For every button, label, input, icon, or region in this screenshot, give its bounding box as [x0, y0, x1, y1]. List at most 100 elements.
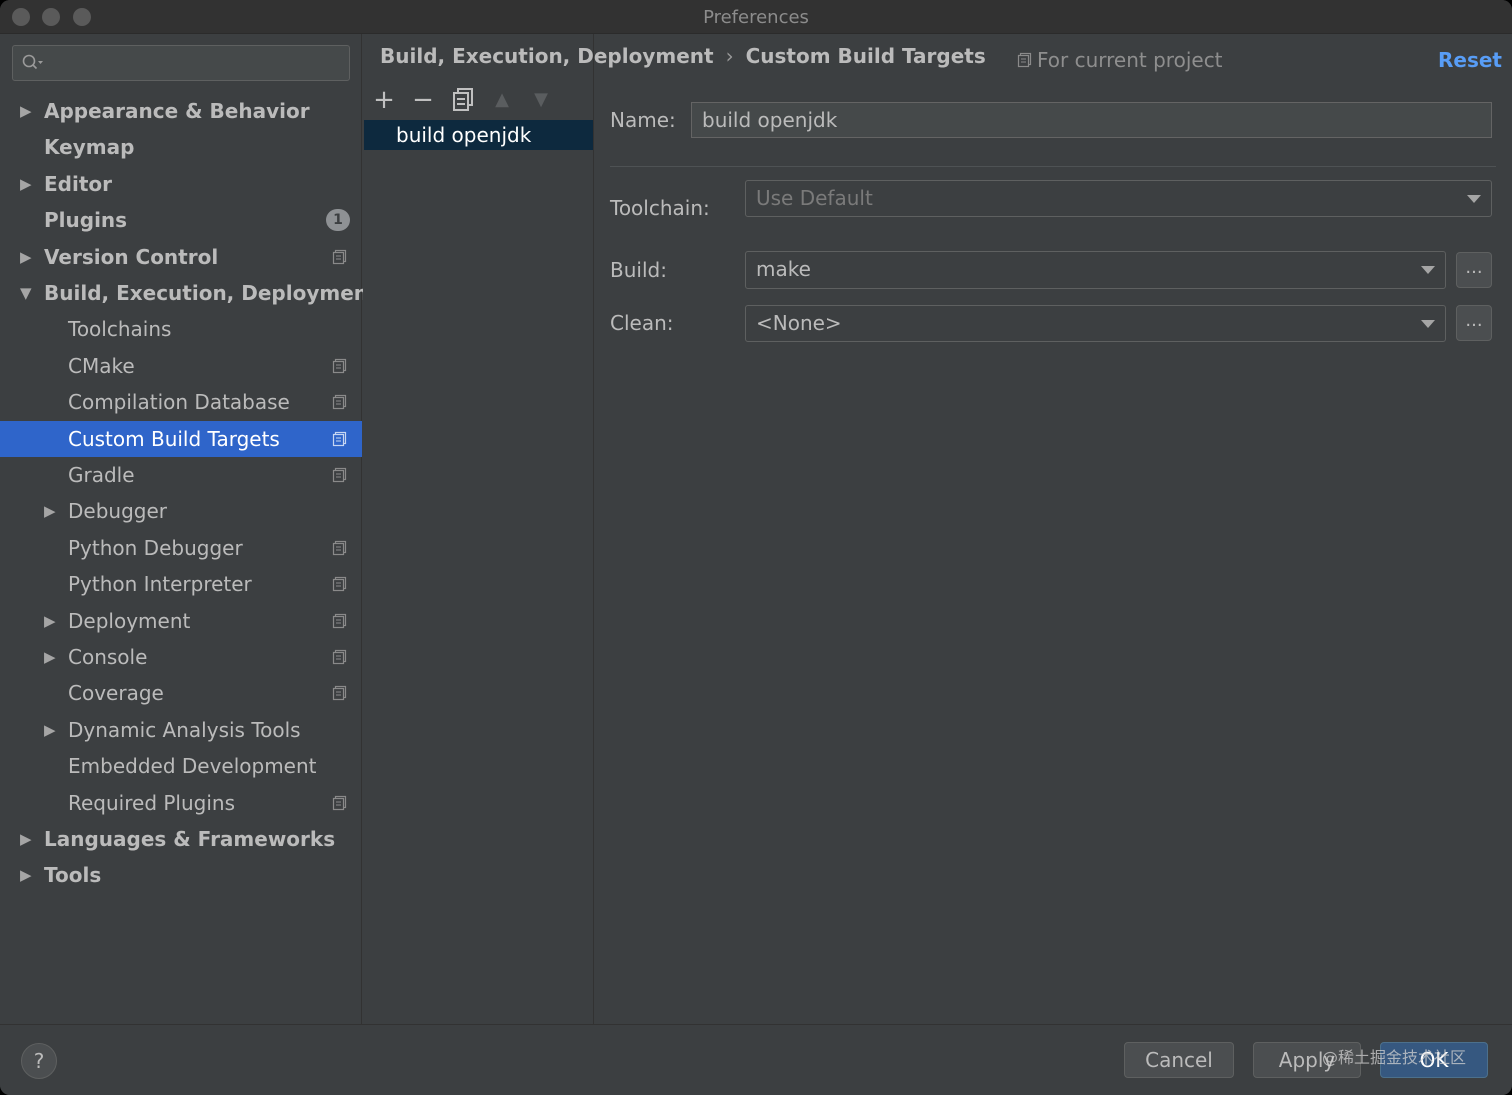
breadcrumb-current: Custom Build Targets [745, 44, 986, 68]
sidebar-item-label: Version Control [44, 245, 219, 269]
sidebar-item-debugger[interactable]: ▶ Debugger [0, 493, 362, 529]
chevron-down-icon [1421, 320, 1435, 328]
sidebar-item-label: Console [68, 645, 148, 669]
move-down-button[interactable]: ▼ [527, 86, 555, 114]
sidebar-item-label: Appearance & Behavior [44, 99, 310, 123]
sidebar-item-label: Deployment [68, 609, 191, 633]
form-divider [610, 166, 1496, 167]
sidebar-item-tools[interactable]: ▶ Tools [0, 857, 362, 893]
breadcrumb: Build, Execution, Deployment › Custom Buil… [380, 44, 986, 68]
search-input[interactable] [12, 45, 350, 81]
project-scope-icon [332, 540, 347, 556]
sidebar-item-editor[interactable]: ▶ Editor [0, 166, 362, 202]
sidebar-item-languages-frameworks[interactable]: ▶ Languages & Frameworks [0, 821, 362, 857]
clean-select[interactable]: <None> [745, 305, 1446, 342]
cancel-button[interactable]: Cancel [1124, 1042, 1234, 1078]
sidebar-item-label: Python Interpreter [68, 572, 252, 596]
sidebar-item-deployment[interactable]: ▶ Deployment [0, 603, 362, 639]
sidebar-item-label: Python Debugger [68, 536, 243, 560]
build-browse-button[interactable]: ... [1456, 252, 1492, 288]
project-scope-icon [332, 249, 347, 265]
sidebar-item-version-control[interactable]: ▶ Version Control [0, 239, 362, 275]
target-list-item[interactable]: build openjdk [364, 120, 593, 150]
sidebar-item-embedded-development[interactable]: Embedded Development [0, 748, 362, 784]
sidebar-item-label: Debugger [68, 499, 167, 523]
sidebar-item-label: Compilation Database [68, 390, 290, 414]
sidebar-item-build-execution-deployment[interactable]: ▼ Build, Execution, Deployment [0, 275, 378, 311]
name-label: Name: [610, 108, 676, 132]
sidebar-item-label: Editor [44, 172, 112, 196]
project-scope-icon [332, 431, 347, 447]
project-scope-icon [332, 649, 347, 665]
sidebar-item-label: Toolchains [68, 317, 172, 341]
sidebar-item-compilation-database[interactable]: Compilation Database [0, 384, 362, 420]
move-up-button[interactable]: ▲ [488, 86, 516, 114]
sidebar-item-label: Required Plugins [68, 791, 236, 815]
chevron-right-icon: ▶ [44, 648, 56, 666]
project-scope-icon [332, 467, 347, 483]
sidebar-item-label: Keymap [44, 135, 135, 159]
sidebar-item-label: Custom Build Targets [68, 427, 280, 451]
watermark-text: @稀土掘金技术社区 [1322, 1048, 1467, 1067]
copy-target-button[interactable] [449, 86, 477, 114]
copy-icon [453, 88, 473, 111]
sidebar-item-gradle[interactable]: Gradle [0, 457, 362, 493]
targets-list-panel [363, 34, 594, 1024]
breadcrumb-separator: › [725, 44, 734, 68]
sidebar-item-python-interpreter[interactable]: Python Interpreter [0, 566, 362, 602]
toolchain-select[interactable]: Use Default [745, 180, 1492, 217]
sidebar-item-custom-build-targets[interactable]: Custom Build Targets [0, 421, 362, 457]
chevron-down-icon [1467, 195, 1481, 203]
sidebar-item-toolchains[interactable]: Toolchains [0, 311, 362, 347]
name-field[interactable]: build openjdk [691, 102, 1492, 138]
sidebar-item-required-plugins[interactable]: Required Plugins [0, 785, 362, 821]
toolchain-value: Use Default [756, 186, 873, 210]
chevron-right-icon: ▶ [20, 866, 32, 884]
plugins-update-badge: 1 [326, 209, 350, 231]
build-value: make [756, 257, 811, 281]
project-scope-icon [332, 394, 347, 410]
scope-indicator: For current project [1017, 48, 1223, 72]
build-select[interactable]: make [745, 251, 1446, 289]
sidebar-item-label: Build, Execution, Deployment [44, 281, 378, 305]
chevron-down-icon [1421, 266, 1435, 274]
chevron-right-icon: ▶ [20, 175, 32, 193]
chevron-right-icon: ▶ [44, 721, 56, 739]
help-button[interactable]: ? [21, 1043, 57, 1079]
remove-target-button[interactable]: − [409, 86, 437, 114]
project-scope-icon [332, 613, 347, 629]
project-scope-icon [1017, 52, 1032, 68]
toolchain-label: Toolchain: [610, 196, 710, 220]
sidebar-item-label: Coverage [68, 681, 164, 705]
project-scope-icon [332, 685, 347, 701]
sidebar-item-label: Plugins [44, 208, 128, 232]
sidebar-item-dynamic-analysis-tools[interactable]: ▶ Dynamic Analysis Tools [0, 712, 362, 748]
sidebar-item-label: Embedded Development [68, 754, 317, 778]
sidebar-item-label: CMake [68, 354, 135, 378]
scope-label: For current project [1037, 48, 1223, 72]
window-title: Preferences [703, 7, 809, 28]
project-scope-icon [332, 795, 347, 811]
build-label: Build: [610, 258, 667, 282]
sidebar-item-console[interactable]: ▶ Console [0, 639, 362, 675]
reset-link[interactable]: Reset [1438, 48, 1502, 72]
chevron-right-icon: ▶ [44, 612, 56, 630]
chevron-right-icon: ▶ [20, 830, 32, 848]
preferences-window: Preferences ▶ Appearance & Behavior Keym… [0, 0, 1512, 1095]
chevron-right-icon: ▶ [44, 502, 56, 520]
chevron-right-icon: ▶ [20, 102, 32, 120]
clean-browse-button[interactable]: ... [1456, 305, 1492, 341]
project-scope-icon [332, 358, 347, 374]
sidebar-item-coverage[interactable]: Coverage [0, 675, 362, 711]
search-icon [22, 54, 43, 70]
sidebar-item-label: Dynamic Analysis Tools [68, 718, 301, 742]
project-scope-icon [332, 576, 347, 592]
sidebar-item-keymap[interactable]: Keymap [0, 129, 362, 165]
sidebar-item-python-debugger[interactable]: Python Debugger [0, 530, 362, 566]
add-target-button[interactable]: + [370, 86, 398, 114]
breadcrumb-parent[interactable]: Build, Execution, Deployment [380, 44, 714, 68]
sidebar-item-plugins[interactable]: Plugins 1 [0, 202, 362, 238]
sidebar-item-cmake[interactable]: CMake [0, 348, 362, 384]
sidebar-item-appearance-behavior[interactable]: ▶ Appearance & Behavior [0, 93, 362, 129]
sidebar-item-label: Languages & Frameworks [44, 827, 336, 851]
